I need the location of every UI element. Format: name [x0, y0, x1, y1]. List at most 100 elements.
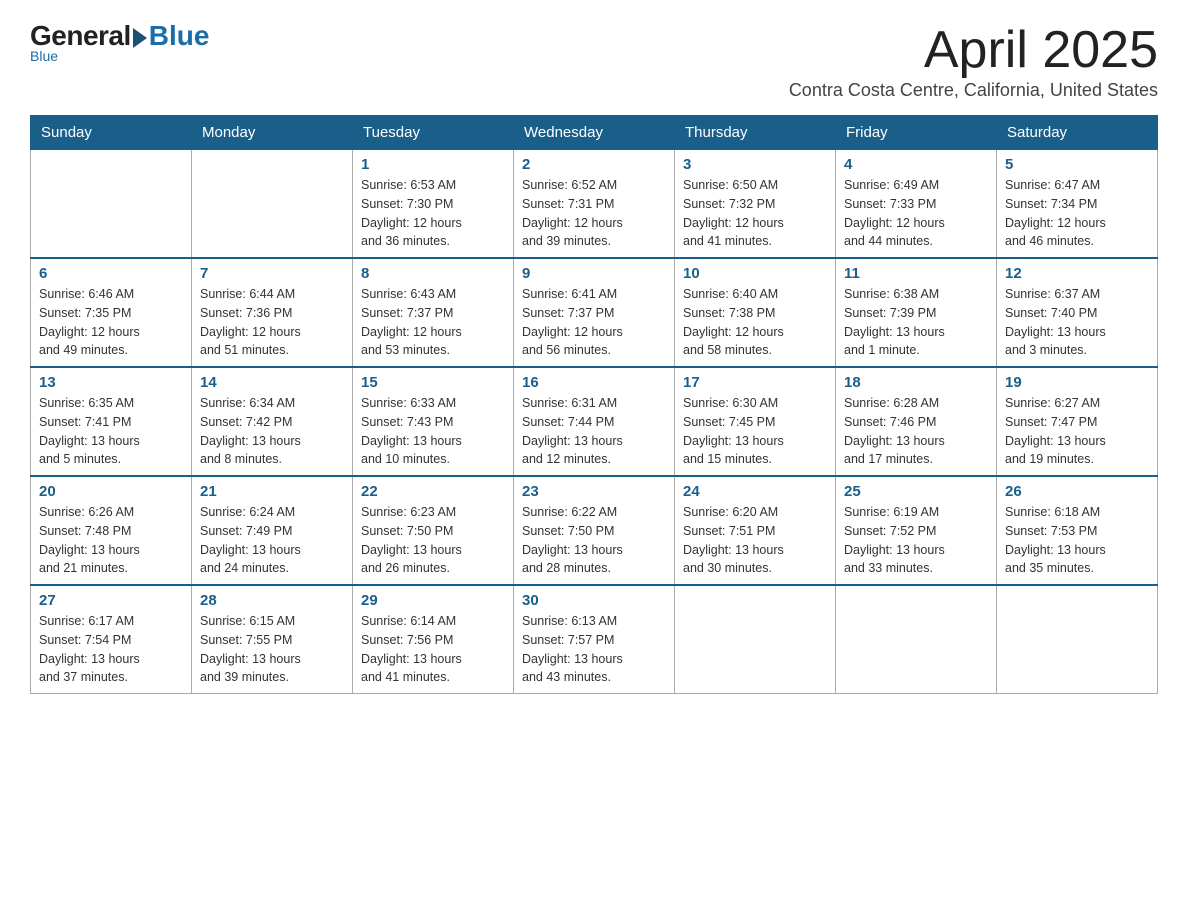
- day-number: 22: [361, 483, 505, 500]
- calendar-week-3: 13 Sunrise: 6:35 AMSunset: 7:41 PMDayligh…: [31, 367, 1158, 476]
- day-info: Sunrise: 6:40 AMSunset: 7:38 PMDaylight:…: [683, 285, 827, 360]
- location-subtitle: Contra Costa Centre, California, United …: [789, 80, 1158, 101]
- day-number: 17: [683, 374, 827, 391]
- calendar-cell: 1 Sunrise: 6:53 AMSunset: 7:30 PMDaylight…: [353, 150, 514, 259]
- day-number: 21: [200, 483, 344, 500]
- logo-arrow-icon: [133, 28, 147, 48]
- day-number: 24: [683, 483, 827, 500]
- col-header-friday: Friday: [836, 116, 997, 150]
- day-number: 13: [39, 374, 183, 391]
- logo: General Blue Blue: [30, 20, 209, 64]
- day-info: Sunrise: 6:41 AMSunset: 7:37 PMDaylight:…: [522, 285, 666, 360]
- calendar-header-row: SundayMondayTuesdayWednesdayThursdayFrid…: [31, 116, 1158, 150]
- logo-blue-text: Blue: [149, 20, 210, 52]
- calendar-cell: 30 Sunrise: 6:13 AMSunset: 7:57 PMDayligh…: [514, 585, 675, 694]
- col-header-thursday: Thursday: [675, 116, 836, 150]
- day-info: Sunrise: 6:44 AMSunset: 7:36 PMDaylight:…: [200, 285, 344, 360]
- day-info: Sunrise: 6:46 AMSunset: 7:35 PMDaylight:…: [39, 285, 183, 360]
- day-number: 12: [1005, 265, 1149, 282]
- logo-underline: Blue: [30, 48, 58, 64]
- calendar-cell: [675, 585, 836, 694]
- day-number: 11: [844, 265, 988, 282]
- day-number: 19: [1005, 374, 1149, 391]
- day-number: 23: [522, 483, 666, 500]
- day-info: Sunrise: 6:27 AMSunset: 7:47 PMDaylight:…: [1005, 394, 1149, 469]
- day-info: Sunrise: 6:15 AMSunset: 7:55 PMDaylight:…: [200, 612, 344, 687]
- calendar-cell: 9 Sunrise: 6:41 AMSunset: 7:37 PMDaylight…: [514, 258, 675, 367]
- calendar-cell: 16 Sunrise: 6:31 AMSunset: 7:44 PMDayligh…: [514, 367, 675, 476]
- calendar-cell: 25 Sunrise: 6:19 AMSunset: 7:52 PMDayligh…: [836, 476, 997, 585]
- calendar-cell: [192, 150, 353, 259]
- calendar-cell: 29Sunrise: 6:14 AMSunset: 7:56 PMDayligh…: [353, 585, 514, 694]
- col-header-monday: Monday: [192, 116, 353, 150]
- day-info: Sunrise: 6:33 AMSunset: 7:43 PMDaylight:…: [361, 394, 505, 469]
- calendar-cell: 23 Sunrise: 6:22 AMSunset: 7:50 PMDayligh…: [514, 476, 675, 585]
- day-info: Sunrise: 6:49 AMSunset: 7:33 PMDaylight:…: [844, 176, 988, 251]
- calendar-cell: 12 Sunrise: 6:37 AMSunset: 7:40 PMDayligh…: [997, 258, 1158, 367]
- day-number: 5: [1005, 156, 1149, 173]
- col-header-tuesday: Tuesday: [353, 116, 514, 150]
- day-info: Sunrise: 6:14 AMSunset: 7:56 PMDaylight:…: [361, 612, 505, 687]
- calendar-cell: 8Sunrise: 6:43 AMSunset: 7:37 PMDaylight…: [353, 258, 514, 367]
- calendar-cell: 14 Sunrise: 6:34 AMSunset: 7:42 PMDayligh…: [192, 367, 353, 476]
- calendar-cell: 13 Sunrise: 6:35 AMSunset: 7:41 PMDayligh…: [31, 367, 192, 476]
- day-number: 1: [361, 156, 505, 173]
- day-number: 26: [1005, 483, 1149, 500]
- col-header-wednesday: Wednesday: [514, 116, 675, 150]
- calendar-cell: 18Sunrise: 6:28 AMSunset: 7:46 PMDayligh…: [836, 367, 997, 476]
- calendar-cell: 20 Sunrise: 6:26 AMSunset: 7:48 PMDayligh…: [31, 476, 192, 585]
- day-number: 7: [200, 265, 344, 282]
- day-number: 14: [200, 374, 344, 391]
- calendar-cell: 7 Sunrise: 6:44 AMSunset: 7:36 PMDaylight…: [192, 258, 353, 367]
- calendar-cell: 17Sunrise: 6:30 AMSunset: 7:45 PMDayligh…: [675, 367, 836, 476]
- page-header: General Blue Blue April 2025 Contra Cost…: [30, 20, 1158, 111]
- day-number: 9: [522, 265, 666, 282]
- day-info: Sunrise: 6:47 AMSunset: 7:34 PMDaylight:…: [1005, 176, 1149, 251]
- title-block: April 2025 Contra Costa Centre, Californ…: [789, 20, 1158, 111]
- day-number: 3: [683, 156, 827, 173]
- day-info: Sunrise: 6:35 AMSunset: 7:41 PMDaylight:…: [39, 394, 183, 469]
- day-info: Sunrise: 6:26 AMSunset: 7:48 PMDaylight:…: [39, 503, 183, 578]
- day-number: 4: [844, 156, 988, 173]
- day-info: Sunrise: 6:13 AMSunset: 7:57 PMDaylight:…: [522, 612, 666, 687]
- day-info: Sunrise: 6:19 AMSunset: 7:52 PMDaylight:…: [844, 503, 988, 578]
- day-number: 28: [200, 592, 344, 609]
- day-info: Sunrise: 6:37 AMSunset: 7:40 PMDaylight:…: [1005, 285, 1149, 360]
- day-info: Sunrise: 6:43 AMSunset: 7:37 PMDaylight:…: [361, 285, 505, 360]
- day-number: 30: [522, 592, 666, 609]
- day-info: Sunrise: 6:20 AMSunset: 7:51 PMDaylight:…: [683, 503, 827, 578]
- calendar-cell: [997, 585, 1158, 694]
- calendar-cell: 28 Sunrise: 6:15 AMSunset: 7:55 PMDayligh…: [192, 585, 353, 694]
- day-number: 16: [522, 374, 666, 391]
- day-number: 25: [844, 483, 988, 500]
- calendar-cell: 15 Sunrise: 6:33 AMSunset: 7:43 PMDayligh…: [353, 367, 514, 476]
- day-info: Sunrise: 6:52 AMSunset: 7:31 PMDaylight:…: [522, 176, 666, 251]
- calendar-cell: 3Sunrise: 6:50 AMSunset: 7:32 PMDaylight…: [675, 150, 836, 259]
- day-info: Sunrise: 6:22 AMSunset: 7:50 PMDaylight:…: [522, 503, 666, 578]
- day-number: 6: [39, 265, 183, 282]
- calendar-cell: 22 Sunrise: 6:23 AMSunset: 7:50 PMDayligh…: [353, 476, 514, 585]
- calendar-table: SundayMondayTuesdayWednesdayThursdayFrid…: [30, 115, 1158, 694]
- calendar-cell: 11Sunrise: 6:38 AMSunset: 7:39 PMDayligh…: [836, 258, 997, 367]
- calendar-cell: 24 Sunrise: 6:20 AMSunset: 7:51 PMDayligh…: [675, 476, 836, 585]
- day-info: Sunrise: 6:23 AMSunset: 7:50 PMDaylight:…: [361, 503, 505, 578]
- calendar-cell: 19 Sunrise: 6:27 AMSunset: 7:47 PMDayligh…: [997, 367, 1158, 476]
- day-info: Sunrise: 6:18 AMSunset: 7:53 PMDaylight:…: [1005, 503, 1149, 578]
- day-info: Sunrise: 6:31 AMSunset: 7:44 PMDaylight:…: [522, 394, 666, 469]
- col-header-sunday: Sunday: [31, 116, 192, 150]
- day-info: Sunrise: 6:53 AMSunset: 7:30 PMDaylight:…: [361, 176, 505, 251]
- day-info: Sunrise: 6:24 AMSunset: 7:49 PMDaylight:…: [200, 503, 344, 578]
- month-title: April 2025: [789, 20, 1158, 80]
- day-number: 20: [39, 483, 183, 500]
- calendar-cell: [836, 585, 997, 694]
- calendar-cell: 4 Sunrise: 6:49 AMSunset: 7:33 PMDaylight…: [836, 150, 997, 259]
- calendar-week-5: 27Sunrise: 6:17 AMSunset: 7:54 PMDayligh…: [31, 585, 1158, 694]
- day-info: Sunrise: 6:34 AMSunset: 7:42 PMDaylight:…: [200, 394, 344, 469]
- day-info: Sunrise: 6:28 AMSunset: 7:46 PMDaylight:…: [844, 394, 988, 469]
- day-number: 27: [39, 592, 183, 609]
- calendar-cell: 5 Sunrise: 6:47 AMSunset: 7:34 PMDaylight…: [997, 150, 1158, 259]
- calendar-cell: 10Sunrise: 6:40 AMSunset: 7:38 PMDayligh…: [675, 258, 836, 367]
- day-number: 15: [361, 374, 505, 391]
- calendar-cell: 21 Sunrise: 6:24 AMSunset: 7:49 PMDayligh…: [192, 476, 353, 585]
- calendar-cell: 26 Sunrise: 6:18 AMSunset: 7:53 PMDayligh…: [997, 476, 1158, 585]
